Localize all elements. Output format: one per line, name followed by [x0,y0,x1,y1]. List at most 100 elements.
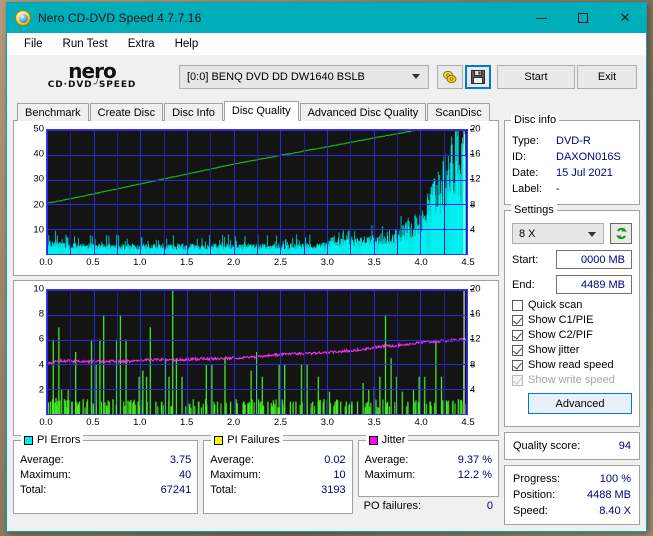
checkbox-icon [512,299,523,311]
tab-disc-info[interactable]: Disc Info [164,103,223,121]
gridline-minor [350,130,352,254]
x-tick-label: 2.0 [226,257,241,268]
gridline-minor [116,290,118,414]
exit-button[interactable]: Exit [577,65,637,89]
logo-subtitle: CD·DVD╯SPEED [21,80,163,91]
disc-info-row: Type: DVD-R [512,133,632,149]
gridline [93,290,95,414]
axis-tick [470,154,474,156]
menu-item-run-test[interactable]: Run Test [54,36,117,52]
save-icon [471,70,485,84]
tab-advanced-disc-quality[interactable]: Advanced Disc Quality [299,103,427,121]
checkbox-icon [512,329,523,341]
minimize-button[interactable] [520,3,562,33]
progress-row: Progress: 100 % [513,471,631,487]
pi-failures-average-label: Average: [210,454,255,466]
toolbar: nero CD·DVD╯SPEED [0:0] BENQ DVD DD DW16… [7,55,646,99]
tab-create-disc[interactable]: Create Disc [89,103,164,121]
chevron-down-icon [412,74,420,79]
drive-select[interactable]: [0:0] BENQ DVD DD DW1640 BSLB [179,65,429,89]
y-tick-label: 4 [38,359,44,371]
disc-date-label: Date: [512,167,539,179]
y-tick-label: 10 [33,224,44,236]
charts-column: 1020304050 48121620 0.00.51.01.52.02.53.… [13,120,499,525]
axis-tick [470,364,474,366]
checkbox-show-read-speed[interactable]: Show read speed [512,359,632,371]
end-input-value: 4489 MB [580,278,625,291]
pi-failures-y2-axis: 48121620 [470,284,496,415]
y-tick-label: 20 [33,199,44,211]
checkbox-icon [512,374,523,386]
menu-item-help[interactable]: Help [166,36,208,52]
pi-errors-stats-legend: PI Errors [21,434,84,446]
po-failures-label: PO failures: [363,500,422,512]
advanced-button[interactable]: Advanced [528,393,632,414]
end-field-label: End: [512,278,535,291]
stat-row: Average: 9.37 % [365,453,492,468]
close-button[interactable]: ✕ [604,3,646,33]
save-button[interactable] [465,65,491,89]
logo-speed: SPEED [98,80,137,90]
stat-row: Maximum: 12.2 % [365,468,492,483]
start-input[interactable]: 0000 MB [556,250,632,269]
pi-errors-chart: 10 20 30 40 50 48121620 0.0 0.5 1.0 1.5 2.0 2.5 3.… [13,120,499,276]
checkbox-show-write-speed-label: Show write speed [528,374,615,386]
pi-errors-y-axis: 10 20 30 40 50 [16,124,44,255]
pi-errors-stats-title: PI Errors [37,434,81,446]
jitter-stats-legend: Jitter [365,434,409,446]
gridline [373,130,375,254]
gridline [326,130,328,254]
gridline [140,130,142,254]
app-window: Nero CD-DVD Speed 4.7.7.16 ✕ File Run Te… [6,2,647,532]
progress-label: Progress: [513,473,561,485]
gridline-minor [443,130,445,254]
disc-date-value: 15 Jul 2021 [556,167,613,179]
end-input[interactable]: 4489 MB [556,275,632,294]
statistics-row: PI Errors Average: 3.75 Maximum: 40 Total:… [13,434,499,514]
checkbox-show-c1-pie-label: Show C1/PIE [528,314,594,326]
pi-failures-color-swatch [214,435,224,445]
x-tick-label: 4.5 [461,257,475,268]
x-tick-label: 1.0 [133,417,147,428]
gridline [140,290,142,414]
tab-disc-quality[interactable]: Disc Quality [223,101,299,121]
y-tick-label: 2 [38,384,44,396]
pi-failures-y-axis: 2 4 6 8 10 [16,284,44,415]
tab-scandisc[interactable]: ScanDisc [427,103,490,121]
quality-score-row: Quality score: 94 [513,438,631,454]
jitter-maximum-label: Maximum: [364,469,416,481]
gridline-minor [257,130,258,254]
gridline [233,130,235,254]
y-tick-label: 10 [33,283,44,295]
disc-id-value: DAXON016S [556,151,621,163]
checkbox-quick-scan[interactable]: Quick scan [512,299,632,311]
gridline-minor [163,290,165,414]
checkbox-show-c2-pif[interactable]: Show C2/PIF [512,329,632,341]
maximize-button[interactable] [562,3,604,33]
pi-failures-stats-legend: PI Failures [211,434,283,446]
tab-bar: Benchmark Create Disc Disc Info Disc Qua… [17,101,646,121]
tab-benchmark[interactable]: Benchmark [17,103,89,121]
refresh-button[interactable] [610,223,632,244]
title-bar: Nero CD-DVD Speed 4.7.7.16 ✕ [7,3,646,33]
checkbox-show-c1-pie[interactable]: Show C1/PIE [512,314,632,326]
pi-errors-color-swatch [24,435,33,445]
sidebar: Disc info Type: DVD-R ID: DAXON016S Date: 1… [504,114,640,525]
speed-value: 8.40 X [599,505,631,517]
checkbox-show-jitter[interactable]: Show jitter [512,344,632,356]
menu-item-extra[interactable]: Extra [119,36,164,52]
start-field-label: Start: [512,253,539,266]
disc-info-row: ID: DAXON016S [512,149,632,165]
speed-select[interactable]: 8 X [512,223,604,244]
gridline [280,130,282,254]
pi-failures-total-label: Total: [210,484,237,496]
gridline-minor [210,290,212,414]
x-tick-label: 4.0 [414,257,428,268]
erase-disc-button[interactable] [437,65,463,89]
start-button[interactable]: Start [497,65,575,89]
gridline [280,290,282,414]
speed-select-label: 8 X [519,227,536,240]
gridline [420,290,422,414]
gridline-minor [70,130,72,254]
menu-item-file[interactable]: File [15,36,52,52]
